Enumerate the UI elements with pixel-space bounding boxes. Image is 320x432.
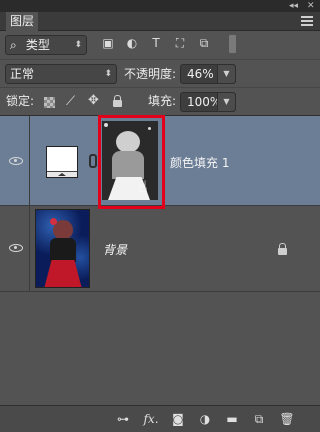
fill-layer-thumbnail[interactable]	[46, 146, 78, 178]
layer-filter-row: ⌕ 类型 ⬍ ▣ ◐ T ⛶ ⧉	[0, 31, 320, 59]
visibility-column	[0, 116, 30, 205]
filter-toggle-switch[interactable]	[229, 35, 236, 53]
lock-label: 锁定:	[6, 94, 35, 108]
opacity-label: 不透明度:	[124, 67, 177, 81]
blend-opacity-row: 正常 ⬍ 不透明度: 46% ▼	[0, 59, 320, 87]
new-group-icon[interactable]: ▬	[224, 411, 240, 427]
panel-title-bar: ◂◂ ✕	[0, 0, 320, 12]
layer-row-background[interactable]: 背景	[0, 206, 320, 292]
layer-lock-icon	[278, 243, 287, 255]
adjustment-filter-icon[interactable]: ◐	[125, 36, 139, 50]
image-filter-icon[interactable]: ▣	[101, 36, 115, 50]
layer-name[interactable]: 颜色填充 1	[170, 154, 229, 171]
shape-filter-icon[interactable]: ⛶	[173, 36, 187, 50]
smart-object-filter-icon[interactable]: ⧉	[197, 36, 211, 50]
updown-arrows-icon: ⬍	[74, 40, 82, 50]
eye-visibility-icon[interactable]	[9, 244, 23, 252]
lock-position-icon[interactable]: ✥	[88, 93, 99, 108]
lock-all-icon[interactable]	[113, 95, 122, 107]
collapse-panel-icon[interactable]: ◂◂	[289, 1, 298, 11]
panel-tab-bar: 图层	[0, 12, 320, 31]
fill-slider-arrow-icon[interactable]: ▼	[217, 93, 235, 111]
opacity-slider-arrow-icon[interactable]: ▼	[217, 65, 235, 83]
mask-link-icon[interactable]	[89, 154, 97, 168]
background-layer-thumbnail[interactable]	[35, 209, 90, 288]
fill-label: 填充:	[148, 94, 177, 108]
fill-input[interactable]: 100% ▼	[180, 92, 236, 112]
blend-mode-select[interactable]: 正常 ⬍	[5, 64, 117, 84]
link-layers-icon[interactable]: ⊶	[115, 411, 131, 427]
opacity-value: 46%	[187, 67, 214, 81]
adjustment-layer-icon[interactable]: ◑	[197, 411, 213, 427]
layer-name[interactable]: 背景	[103, 241, 127, 258]
eye-visibility-icon[interactable]	[9, 157, 23, 165]
tab-layers[interactable]: 图层	[6, 12, 38, 31]
blend-mode-value: 正常	[10, 67, 35, 81]
updown-arrows-icon: ⬍	[104, 69, 112, 79]
delete-icon[interactable]: 🗑	[279, 411, 295, 427]
close-panel-icon[interactable]: ✕	[307, 1, 315, 11]
new-layer-icon[interactable]: ⧉	[251, 411, 267, 427]
fx-effects-icon[interactable]: fx.	[143, 411, 159, 427]
add-mask-icon[interactable]: ◙	[170, 411, 186, 427]
layers-bottom-toolbar: ⊶ fx. ◙ ◑ ▬ ⧉ 🗑	[0, 405, 320, 432]
highlight-box	[98, 115, 165, 209]
filter-kind-select[interactable]: ⌕ 类型 ⬍	[5, 35, 87, 55]
visibility-column	[0, 206, 30, 291]
hamburger-menu-icon[interactable]	[300, 14, 314, 28]
lock-image-pixels-icon[interactable]: ⟋	[66, 94, 75, 109]
filter-kind-value: 类型	[25, 38, 50, 52]
opacity-input[interactable]: 46% ▼	[180, 64, 236, 84]
lock-fill-row: 锁定: ⟋ ✥ 填充: 100% ▼	[0, 87, 320, 115]
lock-transparent-pixels-icon[interactable]	[44, 97, 55, 108]
search-icon: ⌕	[10, 38, 17, 52]
type-filter-icon[interactable]: T	[149, 36, 163, 50]
